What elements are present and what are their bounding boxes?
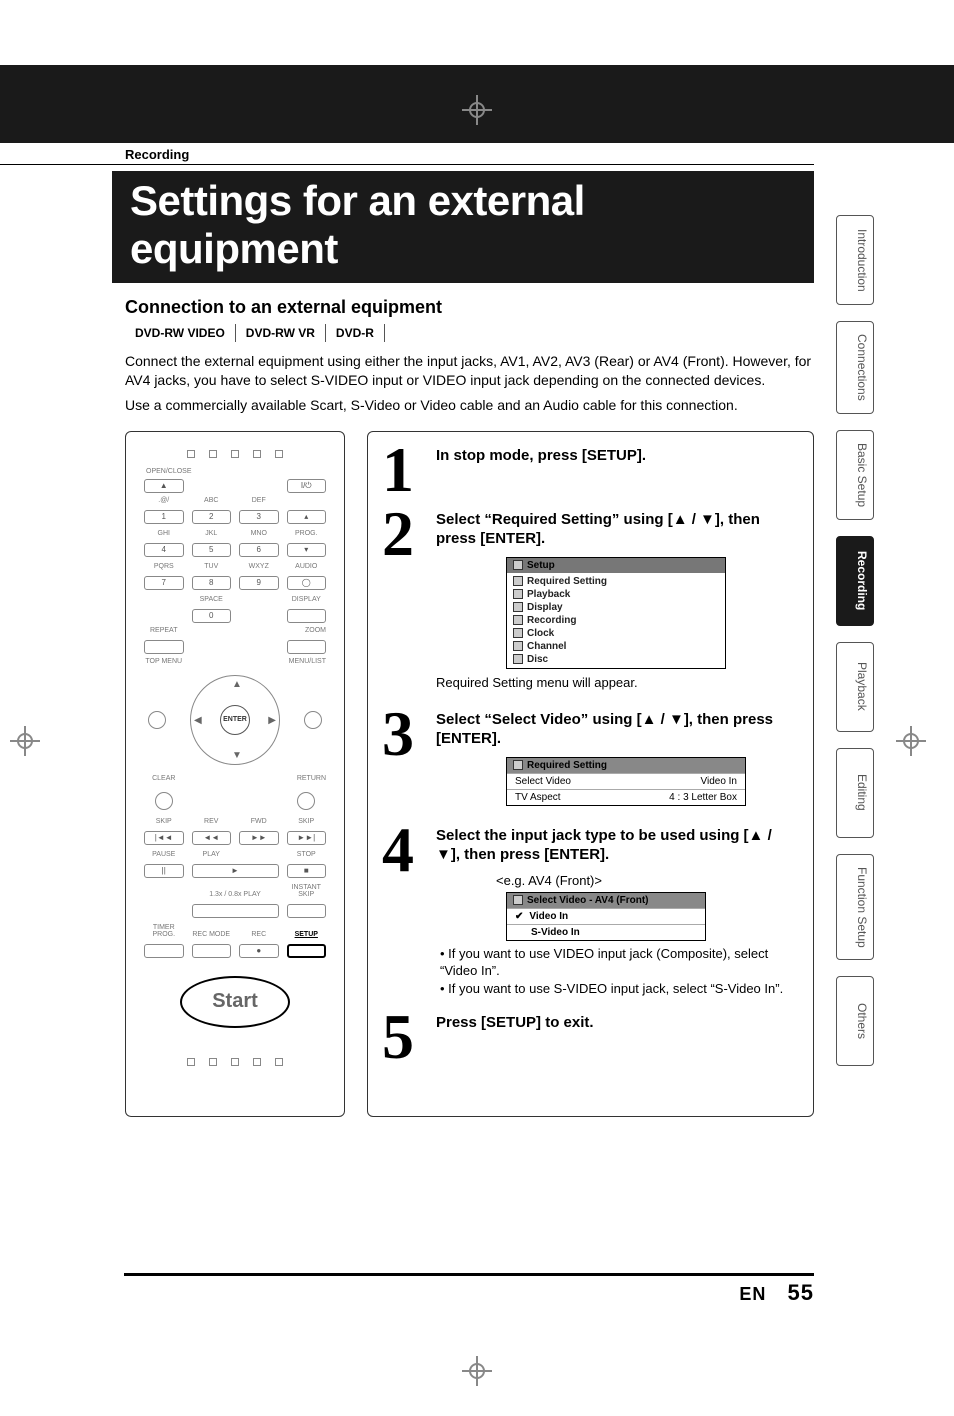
intro-paragraph: Connect the external equipment using eit… — [125, 352, 814, 390]
step-1: 1 In stop mode, press [SETUP]. — [382, 446, 795, 494]
item-icon — [513, 615, 523, 625]
registration-mark-left — [10, 726, 40, 756]
media-type-row: DVD-RW VIDEO DVD-RW VR DVD-R — [125, 324, 814, 342]
up-icon: ▴ — [287, 510, 327, 524]
step-5: 5 Press [SETUP] to exit. — [382, 1013, 795, 1061]
item-icon — [513, 576, 523, 586]
item-icon — [513, 589, 523, 599]
osd-select-video: Select Video - AV4 (Front) ✔Video In S-V… — [506, 892, 706, 941]
menu-icon — [513, 895, 523, 905]
steps-panel: 1 In stop mode, press [SETUP]. 2 Select … — [367, 431, 814, 1117]
remote-illustration: OPEN/CLOSE ▲ I/⏻ .@/ ABC DEF 1 2 3 ▴ GHI… — [125, 431, 345, 1117]
menu-icon — [513, 560, 523, 570]
fwd-icon: ►► — [239, 831, 279, 845]
media-type: DVD-RW VIDEO — [125, 324, 235, 342]
menu-icon — [513, 760, 523, 770]
step-4: 4 Select the input jack type to be used … — [382, 826, 795, 998]
pause-icon: || — [144, 864, 184, 878]
registration-mark-right — [896, 726, 926, 756]
skip-fwd-icon: ►►| — [287, 831, 327, 845]
osd-required-setting: Required Setting Select VideoVideo In TV… — [506, 757, 746, 806]
checkmark-icon: ✔ — [515, 911, 523, 922]
side-tabs: Introduction Connections Basic Setup Rec… — [836, 215, 874, 1066]
page-title: Settings for an external equipment — [112, 171, 814, 283]
tab-connections[interactable]: Connections — [836, 321, 874, 414]
step-3: 3 Select “Select Video” using [▲ / ▼], t… — [382, 710, 795, 810]
down-icon: ▾ — [287, 543, 327, 557]
skip-back-icon: |◄◄ — [144, 831, 184, 845]
rev-icon: ◄◄ — [192, 831, 232, 845]
page-footer: EN 55 — [124, 1273, 814, 1306]
media-type: DVD-RW VR — [235, 324, 325, 342]
tab-playback[interactable]: Playback — [836, 642, 874, 732]
item-icon — [513, 628, 523, 638]
menu-list-button — [304, 711, 322, 729]
item-icon — [513, 602, 523, 612]
tab-basic-setup[interactable]: Basic Setup — [836, 430, 874, 520]
top-menu-button — [148, 711, 166, 729]
tab-others[interactable]: Others — [836, 976, 874, 1066]
section-label: Recording — [0, 143, 814, 165]
stop-icon: ■ — [287, 864, 327, 878]
start-callout: Start — [180, 976, 290, 1028]
subsection-heading: Connection to an external equipment — [125, 297, 814, 318]
tab-function-setup[interactable]: Function Setup — [836, 854, 874, 961]
registration-mark-bottom — [462, 1356, 492, 1386]
eject-icon: ▲ — [144, 479, 184, 493]
step-2: 2 Select “Required Setting” using [▲ / ▼… — [382, 510, 795, 694]
play-icon: ► — [192, 864, 279, 878]
tab-recording[interactable]: Recording — [836, 536, 874, 626]
osd-setup-menu: Setup Required Setting Playback Display … — [506, 557, 726, 669]
tab-editing[interactable]: Editing — [836, 748, 874, 838]
setup-button — [287, 944, 327, 958]
item-icon — [513, 641, 523, 651]
registration-mark-top — [462, 95, 492, 125]
page-number: 55 — [788, 1280, 814, 1305]
dpad: ▲ ▼ ◀ ▶ ENTER — [190, 675, 280, 765]
item-icon — [513, 654, 523, 664]
intro-paragraph: Use a commercially available Scart, S-Vi… — [125, 396, 814, 415]
power-icon: I/⏻ — [287, 479, 327, 493]
enter-button: ENTER — [220, 705, 250, 735]
media-type: DVD-R — [325, 324, 385, 342]
tab-introduction[interactable]: Introduction — [836, 215, 874, 305]
